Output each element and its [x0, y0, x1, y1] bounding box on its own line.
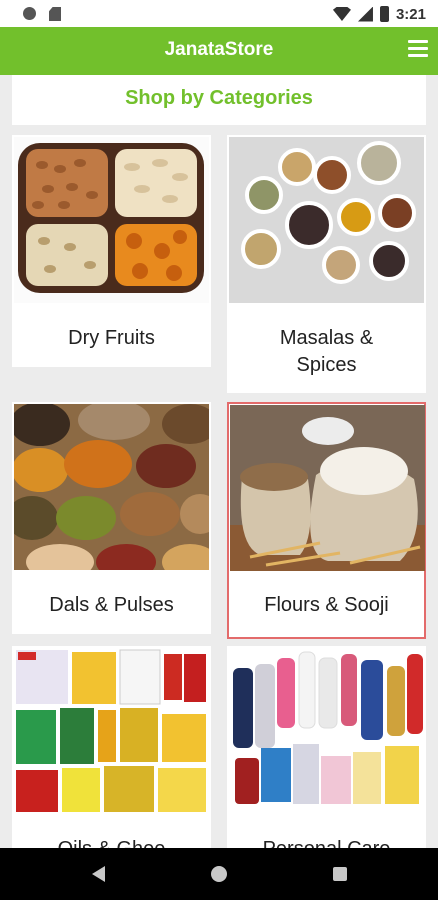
oils-ghee-image: [14, 648, 209, 814]
menu-icon[interactable]: [408, 40, 428, 60]
category-card-oils-ghee[interactable]: Oils & Ghee: [12, 646, 211, 848]
category-card-dry-fruits[interactable]: Dry Fruits: [12, 135, 211, 367]
dals-pulses-image: [14, 404, 209, 570]
back-icon[interactable]: [92, 866, 105, 882]
recents-icon[interactable]: [333, 867, 347, 881]
sd-card-icon: [49, 7, 61, 21]
category-label: Flours & Sooji: [264, 594, 389, 616]
system-nav-bar: [0, 848, 438, 900]
category-card-personal-care[interactable]: Personal Care: [227, 646, 426, 848]
section-heading-card: Shop by Categories: [12, 75, 426, 125]
category-list[interactable]: Shop by Categories Dry Fruits Masalas & …: [0, 75, 438, 848]
category-card-masalas-spices[interactable]: Masalas & Spices: [227, 135, 426, 393]
personal-care-image: [229, 648, 424, 814]
status-time: 3:21: [395, 5, 426, 23]
battery-icon: [379, 6, 389, 22]
section-heading: Shop by Categories: [125, 87, 313, 109]
wifi-icon: [332, 7, 351, 21]
category-card-dals-pulses[interactable]: Dals & Pulses: [12, 402, 211, 634]
category-card-flours-sooji[interactable]: Flours & Sooji: [227, 402, 426, 639]
category-label: Dry Fruits: [68, 327, 155, 349]
signal-icon: [357, 6, 373, 22]
category-label: Masalas & Spices: [279, 327, 374, 376]
masalas-spices-image: [229, 137, 424, 303]
app-title: JanataStore: [164, 39, 274, 60]
category-label: Dals & Pulses: [49, 594, 174, 616]
notification-dot-icon: [23, 7, 36, 20]
home-icon[interactable]: [211, 866, 227, 882]
category-label: Personal Care: [227, 836, 426, 848]
dry-fruits-image: [14, 137, 209, 303]
app-bar: JanataStore: [0, 27, 438, 75]
category-label: Oils & Ghee: [12, 836, 211, 848]
flours-sooji-image: [230, 405, 425, 571]
status-bar: 3:21: [0, 0, 438, 27]
